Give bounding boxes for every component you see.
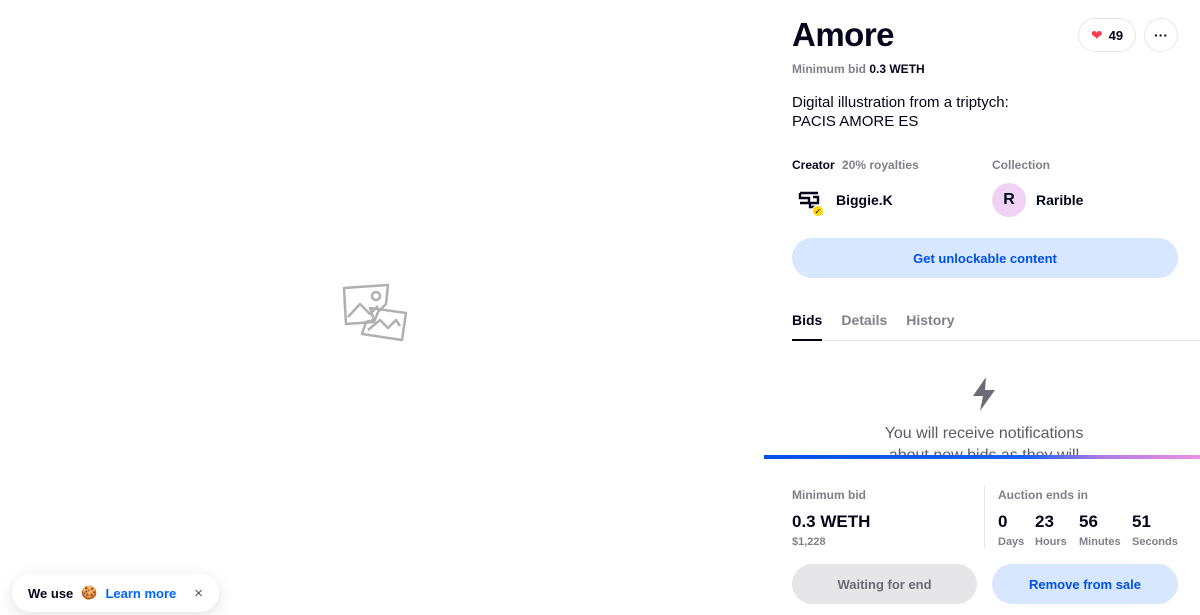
timer-unit: Days <box>998 536 1025 548</box>
timer-value: 23 <box>1035 512 1054 531</box>
creator-avatar: ✓ <box>792 183 826 217</box>
broken-image-icon <box>342 283 408 342</box>
item-title: Amore <box>792 16 895 53</box>
timer-hours: 23 Hours <box>1035 512 1069 548</box>
collection-name[interactable]: Rarible <box>1036 192 1083 208</box>
timer-value: 0 <box>998 512 1008 531</box>
bid-box-minimum-bid-value: 0.3 WETH <box>792 512 871 531</box>
close-icon[interactable]: × <box>194 585 203 602</box>
verified-badge-icon: ✓ <box>812 205 824 217</box>
creator-link[interactable]: ✓ Biggie.K <box>792 183 893 217</box>
timer-value: 56 <box>1079 512 1098 531</box>
cookie-text: We use <box>28 585 74 601</box>
auction-timer: 0 Days 23 Hours 56 Minutes 51 Seconds <box>998 512 1180 548</box>
minimum-bid-value: 0.3 WETH <box>869 62 925 76</box>
vertical-divider <box>984 486 985 548</box>
item-description: Digital illustration from a triptych: PA… <box>792 93 1009 131</box>
creator-label: Creator 20% royalties <box>792 158 919 172</box>
get-unlockable-content-button[interactable]: Get unlockable content <box>792 238 1178 278</box>
collection-label: Collection <box>992 158 1051 172</box>
minimum-bid-label: Minimum bid <box>792 62 866 76</box>
like-count: 49 <box>1108 27 1124 43</box>
more-icon: ··· <box>1154 27 1168 43</box>
bid-box: Minimum bid 0.3 WETH $1,228 Auction ends… <box>764 459 1200 615</box>
timer-unit: Hours <box>1035 536 1067 548</box>
like-button[interactable]: ❤ 49 <box>1078 18 1136 52</box>
timer-days: 0 Days <box>998 512 1025 548</box>
timer-unit: Seconds <box>1132 536 1178 548</box>
royalties-text: 20% royalties <box>842 158 919 172</box>
description-line: Digital illustration from a triptych: <box>792 94 1009 111</box>
timer-value: 51 <box>1132 512 1151 531</box>
item-details-panel: Amore Minimum bid 0.3 WETH ❤ 49 ··· Digi… <box>764 0 1200 615</box>
description-line: PACIS AMORE ES <box>792 113 919 130</box>
tab-history[interactable]: History <box>906 304 954 341</box>
artwork-preview <box>0 0 764 615</box>
bid-box-usd-value: $1,228 <box>792 536 826 548</box>
bid-box-minimum-bid-label: Minimum bid <box>792 488 866 502</box>
cookie-banner: We use 🍪 Learn more × <box>12 574 220 612</box>
creator-name[interactable]: Biggie.K <box>836 192 893 208</box>
minimum-bid-line: Minimum bid 0.3 WETH <box>792 62 925 76</box>
lightning-bolt-icon <box>973 377 995 411</box>
collection-link[interactable]: R Rarible <box>992 183 1083 217</box>
learn-more-link[interactable]: Learn more <box>105 586 176 601</box>
waiting-for-end-button[interactable]: Waiting for end <box>792 564 977 604</box>
tab-bids[interactable]: Bids <box>792 304 823 341</box>
item-tabs: Bids Details History <box>792 304 1200 341</box>
heart-icon: ❤ <box>1090 26 1103 43</box>
timer-unit: Minutes <box>1079 536 1121 548</box>
tab-details[interactable]: Details <box>841 304 887 341</box>
timer-seconds: 51 Seconds <box>1132 512 1180 548</box>
remove-from-sale-button[interactable]: Remove from sale <box>992 564 1178 604</box>
cookie-icon: 🍪 <box>81 585 98 600</box>
collection-avatar: R <box>992 183 1026 217</box>
auction-ends-label: Auction ends in <box>998 488 1088 502</box>
timer-minutes: 56 Minutes <box>1079 512 1122 548</box>
more-options-button[interactable]: ··· <box>1144 18 1178 52</box>
creator-heading: Creator <box>792 158 835 172</box>
